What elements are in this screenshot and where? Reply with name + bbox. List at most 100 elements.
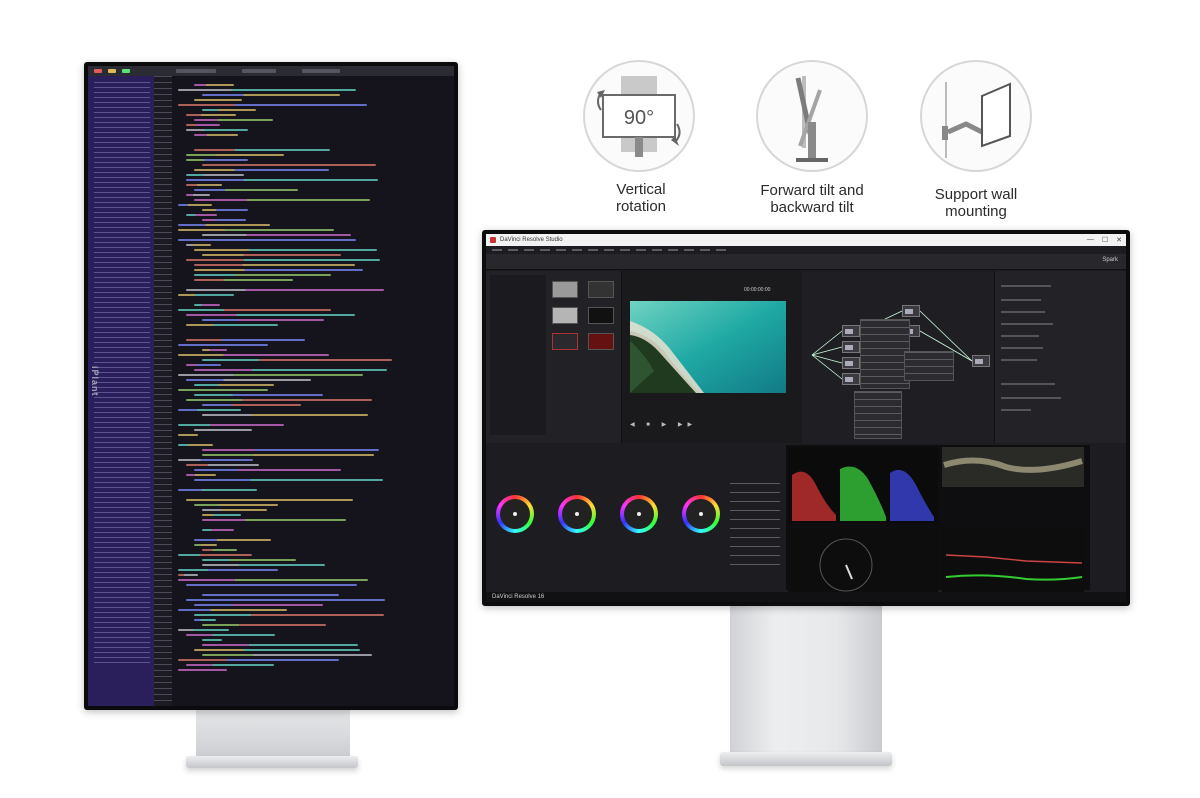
fx-panel-row	[1001, 299, 1041, 301]
vertical-rotation-label-line1: Vertical	[616, 181, 666, 198]
code-line	[202, 164, 376, 166]
code-line	[178, 354, 329, 356]
code-line	[178, 569, 278, 571]
media-clip[interactable]	[588, 307, 614, 324]
code-line	[194, 469, 341, 471]
code-line	[186, 179, 378, 181]
code-line	[178, 239, 356, 241]
rotation-angle-label: 90°	[624, 107, 654, 129]
resolve-menubar	[486, 246, 1126, 254]
media-clip[interactable]	[588, 281, 614, 298]
code-line	[194, 134, 238, 136]
portrait-monitor-base	[186, 756, 358, 768]
tilt-label-line1: Forward tilt and	[760, 182, 864, 199]
code-line	[202, 514, 241, 516]
wall-mount-icon	[920, 60, 1032, 172]
code-line	[178, 459, 253, 461]
code-line	[202, 414, 368, 416]
code-line	[186, 634, 275, 636]
code-line	[194, 274, 331, 276]
clip-viewer: ◀ ■ ▶ ▶▶ 00:00:00:00	[622, 271, 802, 443]
code-line	[178, 659, 339, 661]
video-frame-coastline	[630, 301, 786, 393]
code-line	[202, 349, 227, 351]
fx-panel-row	[1001, 383, 1055, 385]
fx-panel-row	[1001, 285, 1051, 287]
vertical-rotation-label-line2: rotation	[615, 198, 667, 215]
node-editor	[802, 271, 994, 443]
wall-mount-label-line1: Support wall	[934, 186, 1018, 203]
code-line	[186, 174, 244, 176]
video-scopes	[786, 445, 1090, 593]
code-line	[202, 624, 326, 626]
color-node[interactable]	[972, 355, 990, 367]
color-wheel-gamma[interactable]	[558, 495, 596, 533]
media-clip[interactable]	[588, 333, 614, 350]
playback-controls[interactable]: ◀ ■ ▶ ▶▶	[630, 421, 790, 429]
code-line	[186, 399, 372, 401]
code-line	[202, 319, 324, 321]
color-wheel-gain[interactable]	[620, 495, 658, 533]
code-line	[186, 314, 355, 316]
minimize-icon[interactable]: —	[1087, 236, 1094, 244]
resolve-statusbar: DaVinci Resolve 16	[486, 592, 1126, 602]
tilt-label: Forward tilt and backward tilt	[727, 182, 897, 216]
resolve-app-icon	[490, 237, 496, 243]
code-line	[178, 609, 287, 611]
code-line	[202, 219, 246, 221]
code-line	[194, 619, 216, 621]
code-line	[202, 404, 301, 406]
code-line	[202, 564, 325, 566]
code-line	[178, 669, 227, 671]
window-controls: — ☐ ✕	[1087, 236, 1122, 244]
code-line	[178, 344, 268, 346]
code-line	[186, 584, 357, 586]
wall-mount-label: Support wall mounting	[891, 186, 1061, 220]
close-icon[interactable]: ✕	[1116, 236, 1122, 244]
media-clip[interactable]	[552, 281, 578, 298]
code-line	[194, 504, 278, 506]
media-clip[interactable]	[552, 333, 578, 350]
resolve-toolbar: Spark	[486, 254, 1126, 270]
landscape-monitor-base	[720, 752, 892, 766]
code-line	[178, 434, 198, 436]
color-node[interactable]	[842, 357, 860, 369]
resolve-window-title: DaVinci Resolve Studio	[500, 237, 563, 243]
code-line	[186, 599, 385, 601]
node-context-menu[interactable]	[860, 319, 910, 389]
maximize-icon[interactable]: ☐	[1102, 236, 1108, 244]
code-line	[178, 309, 331, 311]
color-wheel-offset[interactable]	[682, 495, 720, 533]
code-line	[194, 249, 377, 251]
code-line	[178, 554, 252, 556]
navigator-file-list	[94, 82, 150, 666]
color-node[interactable]	[842, 341, 860, 353]
code-line	[186, 289, 384, 291]
code-line	[194, 369, 387, 371]
code-line	[194, 269, 363, 271]
node-context-menu-lower[interactable]	[854, 391, 902, 439]
vertical-rotation-label: Vertical rotation	[556, 181, 726, 215]
node-context-submenu[interactable]	[904, 351, 954, 381]
code-line	[186, 214, 217, 216]
code-line	[202, 549, 237, 551]
code-line	[186, 364, 221, 366]
color-wheel-lift[interactable]	[496, 495, 534, 533]
code-editor-toolbar	[88, 66, 454, 76]
color-node[interactable]	[842, 325, 860, 337]
landscape-monitor: DaVinci Resolve Studio — ☐ ✕ Spark ◀ ■ ▶…	[482, 230, 1130, 606]
fx-panel-row	[1001, 335, 1039, 337]
color-node[interactable]	[902, 305, 920, 317]
code-line	[202, 654, 372, 656]
color-node[interactable]	[842, 373, 860, 385]
media-clip[interactable]	[552, 307, 578, 324]
code-line	[186, 664, 274, 666]
code-line	[178, 104, 367, 106]
